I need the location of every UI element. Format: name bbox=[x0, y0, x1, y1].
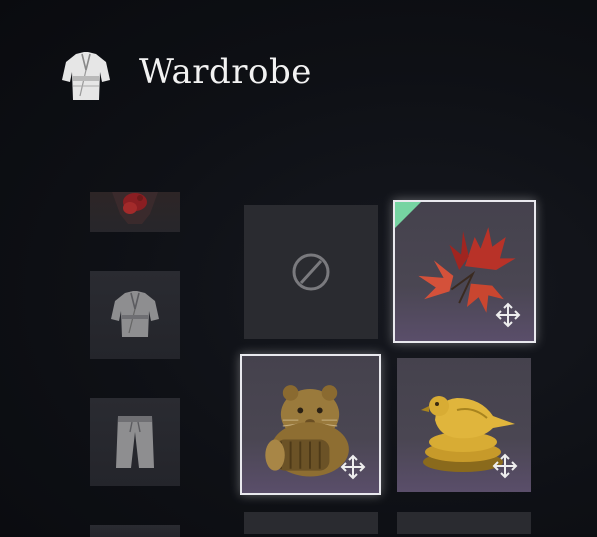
empty-slot[interactable] bbox=[397, 512, 531, 534]
page-title: Wardrobe bbox=[139, 52, 312, 92]
robe-icon bbox=[111, 291, 159, 337]
armor-category[interactable] bbox=[90, 192, 180, 232]
armor-icon bbox=[112, 192, 158, 224]
wardrobe-robe-icon bbox=[58, 50, 114, 104]
empty-slot[interactable] bbox=[244, 205, 378, 339]
golden-bird-slot[interactable] bbox=[397, 358, 531, 492]
empty-slot[interactable] bbox=[244, 512, 378, 534]
none-icon bbox=[292, 253, 330, 291]
pants-category[interactable] bbox=[90, 398, 180, 486]
maple-leaves-slot[interactable] bbox=[393, 200, 536, 343]
move-icon[interactable] bbox=[494, 301, 522, 329]
extra-category[interactable] bbox=[90, 525, 180, 537]
robe-category[interactable] bbox=[90, 271, 180, 359]
move-icon[interactable] bbox=[339, 453, 367, 481]
pants-icon bbox=[116, 416, 154, 468]
move-icon[interactable] bbox=[491, 452, 519, 480]
golden-hamster-slot[interactable] bbox=[240, 354, 381, 495]
